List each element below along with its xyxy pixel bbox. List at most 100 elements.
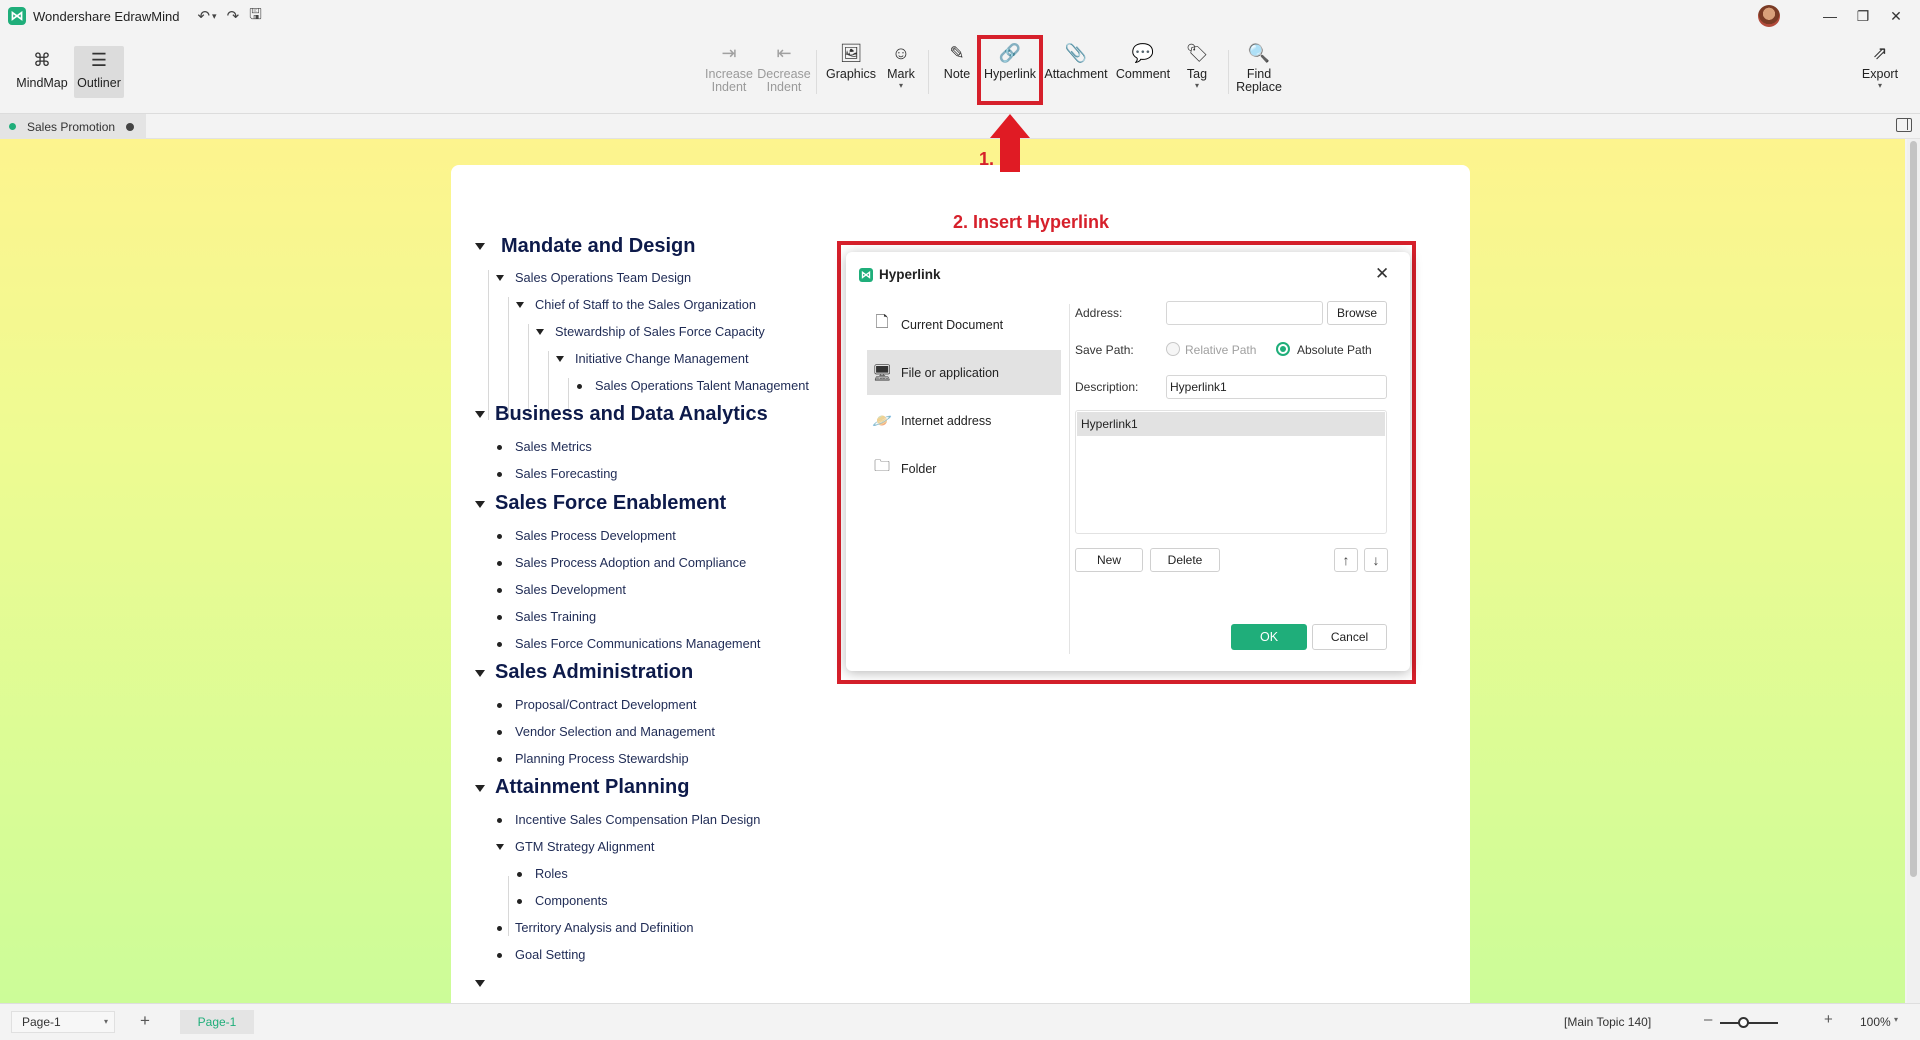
restore-icon[interactable]: ❐: [1849, 4, 1877, 28]
nav-file-or-application[interactable]: 🖥 File or application: [867, 350, 1061, 395]
outline-subtopic[interactable]: Incentive Sales Compensation Plan Design: [515, 812, 760, 827]
graphics-button[interactable]: 🖼 Graphics: [826, 42, 876, 81]
list-item[interactable]: Hyperlink1: [1077, 412, 1385, 436]
collapse-triangle-icon[interactable]: [496, 275, 504, 281]
move-up-arrow-icon[interactable]: ↑: [1334, 548, 1358, 572]
cancel-button[interactable]: Cancel: [1312, 624, 1387, 650]
hyperlink-list[interactable]: Hyperlink1: [1075, 410, 1387, 534]
zoom-slider-handle[interactable]: [1738, 1017, 1749, 1028]
bullet-icon: [577, 384, 582, 389]
outline-subtopic[interactable]: Sales Process Adoption and Compliance: [515, 555, 746, 570]
zoom-out-icon[interactable]: –: [1704, 1011, 1712, 1028]
outline-subtopic[interactable]: Planning Process Stewardship: [515, 751, 689, 766]
increase-indent-button[interactable]: ⇥ Increase Indent: [705, 42, 753, 94]
undo-icon[interactable]: ↶: [197, 7, 210, 25]
save-icon[interactable]: 🖫: [249, 4, 262, 29]
export-button[interactable]: ⇗ Export ▾: [1858, 42, 1902, 90]
outline-topic[interactable]: Sales Force Enablement: [495, 492, 726, 515]
annotation-arrow-icon: [990, 114, 1030, 172]
document-tab[interactable]: Sales Promotion: [0, 114, 146, 139]
absolute-path-radio[interactable]: [1276, 342, 1290, 356]
nav-label: Internet address: [901, 413, 992, 428]
bullet-icon: [497, 534, 502, 539]
outline-subtopic[interactable]: GTM Strategy Alignment: [515, 839, 654, 854]
address-input[interactable]: [1166, 301, 1323, 325]
bullet-icon: [517, 899, 522, 904]
collapse-triangle-icon[interactable]: [516, 302, 524, 308]
nav-current-document[interactable]: 🗋 Current Document: [867, 302, 1061, 347]
outline-subtopic[interactable]: Sales Operations Talent Management: [595, 378, 809, 393]
outline-subtopic[interactable]: Sales Development: [515, 582, 626, 597]
undo-dropdown-icon[interactable]: ▾: [212, 11, 217, 22]
new-button[interactable]: New: [1075, 548, 1143, 572]
comment-button[interactable]: 💬 Comment: [1114, 42, 1172, 81]
page-selector[interactable]: Page-1 ▾: [11, 1011, 115, 1033]
side-panel-toggle-icon[interactable]: [1896, 118, 1912, 132]
move-down-arrow-icon[interactable]: ↓: [1364, 548, 1388, 572]
note-button[interactable]: ✎ Note: [940, 42, 974, 81]
description-input[interactable]: [1166, 375, 1387, 399]
outliner-view-button[interactable]: ☰ Outliner: [74, 46, 124, 98]
outline-topic[interactable]: Mandate and Design: [501, 235, 695, 258]
browse-button[interactable]: Browse: [1327, 301, 1387, 325]
collapse-triangle-icon[interactable]: [496, 844, 504, 850]
attachment-button[interactable]: 📎 Attachment: [1043, 42, 1109, 81]
outline-topic[interactable]: Attainment Planning: [495, 776, 689, 799]
outline-subtopic[interactable]: Vendor Selection and Management: [515, 724, 715, 739]
outline-subtopic[interactable]: Sales Force Communications Management: [515, 636, 760, 651]
tag-button[interactable]: 🏷 Tag ▾: [1182, 42, 1212, 90]
zoom-dropdown-icon[interactable]: ▾: [1894, 1015, 1898, 1024]
outline-subtopic[interactable]: Sales Operations Team Design: [515, 270, 691, 285]
collapse-triangle-icon[interactable]: [556, 356, 564, 362]
export-icon: ⇗: [1872, 43, 1888, 63]
globe-icon: 🪐: [872, 412, 892, 430]
outline-subtopic[interactable]: Sales Forecasting: [515, 466, 617, 481]
redo-icon[interactable]: ↷: [227, 7, 240, 25]
outline-subtopic[interactable]: Stewardship of Sales Force Capacity: [555, 324, 765, 339]
collapse-triangle-icon[interactable]: [475, 243, 485, 250]
unsaved-dot-icon[interactable]: [126, 122, 134, 131]
vertical-scrollbar[interactable]: [1907, 139, 1920, 1003]
outline-topic[interactable]: Business and Data Analytics: [495, 403, 768, 426]
outline-subtopic[interactable]: Goal Setting: [515, 947, 585, 962]
outline-topic[interactable]: Sales Administration: [495, 661, 693, 684]
outline-subtopic[interactable]: Sales Training: [515, 609, 596, 624]
find-replace-button[interactable]: 🔍 Find Replace: [1234, 42, 1284, 94]
add-page-icon[interactable]: +: [140, 1011, 150, 1031]
outline-subtopic[interactable]: Territory Analysis and Definition: [515, 920, 694, 935]
outline-subtopic[interactable]: Sales Metrics: [515, 439, 592, 454]
collapse-triangle-icon[interactable]: [475, 411, 485, 418]
tag-icon: 🏷: [1185, 43, 1209, 63]
nav-internet-address[interactable]: 🪐 Internet address: [867, 398, 1061, 443]
ok-button[interactable]: OK: [1231, 624, 1307, 650]
nav-folder[interactable]: 🗀 Folder: [867, 446, 1061, 491]
collapse-triangle-icon[interactable]: [475, 980, 485, 987]
zoom-in-icon[interactable]: +: [1824, 1011, 1833, 1028]
outline-subtopic[interactable]: Components: [535, 893, 608, 908]
outline-subtopic[interactable]: Sales Process Development: [515, 528, 676, 543]
outline-subtopic[interactable]: Roles: [535, 866, 568, 881]
close-window-icon[interactable]: ✕: [1882, 4, 1910, 28]
collapse-triangle-icon[interactable]: [536, 329, 544, 335]
outline-subtopic[interactable]: Initiative Change Management: [575, 351, 749, 366]
decrease-indent-button[interactable]: ⇤ Decrease Indent: [757, 42, 811, 94]
annotation-highlight-hyperlink: [977, 35, 1043, 105]
collapse-triangle-icon[interactable]: [475, 670, 485, 677]
outline-subtopic[interactable]: Chief of Staff to the Sales Organization: [535, 297, 756, 312]
scrollbar-thumb[interactable]: [1910, 141, 1917, 877]
delete-button[interactable]: Delete: [1150, 548, 1220, 572]
outline-subtopic[interactable]: Proposal/Contract Development: [515, 697, 696, 712]
page-tab[interactable]: Page-1: [180, 1010, 254, 1034]
collapse-triangle-icon[interactable]: [475, 501, 485, 508]
zoom-level[interactable]: 100%: [1860, 1015, 1891, 1029]
mark-button[interactable]: ☺ Mark ▾: [884, 42, 918, 90]
minimize-icon[interactable]: —: [1816, 4, 1844, 28]
zoom-slider[interactable]: [1720, 1022, 1778, 1024]
hyperlink-dialog: ⋈ Hyperlink ✕ 🗋 Current Document 🖥 File …: [846, 252, 1410, 671]
mindmap-icon: ⌘: [33, 50, 51, 70]
mindmap-view-button[interactable]: ⌘ MindMap: [16, 46, 67, 98]
dialog-close-icon[interactable]: ✕: [1375, 264, 1389, 284]
relative-path-radio[interactable]: [1166, 342, 1180, 356]
collapse-triangle-icon[interactable]: [475, 785, 485, 792]
user-avatar[interactable]: [1758, 5, 1780, 27]
